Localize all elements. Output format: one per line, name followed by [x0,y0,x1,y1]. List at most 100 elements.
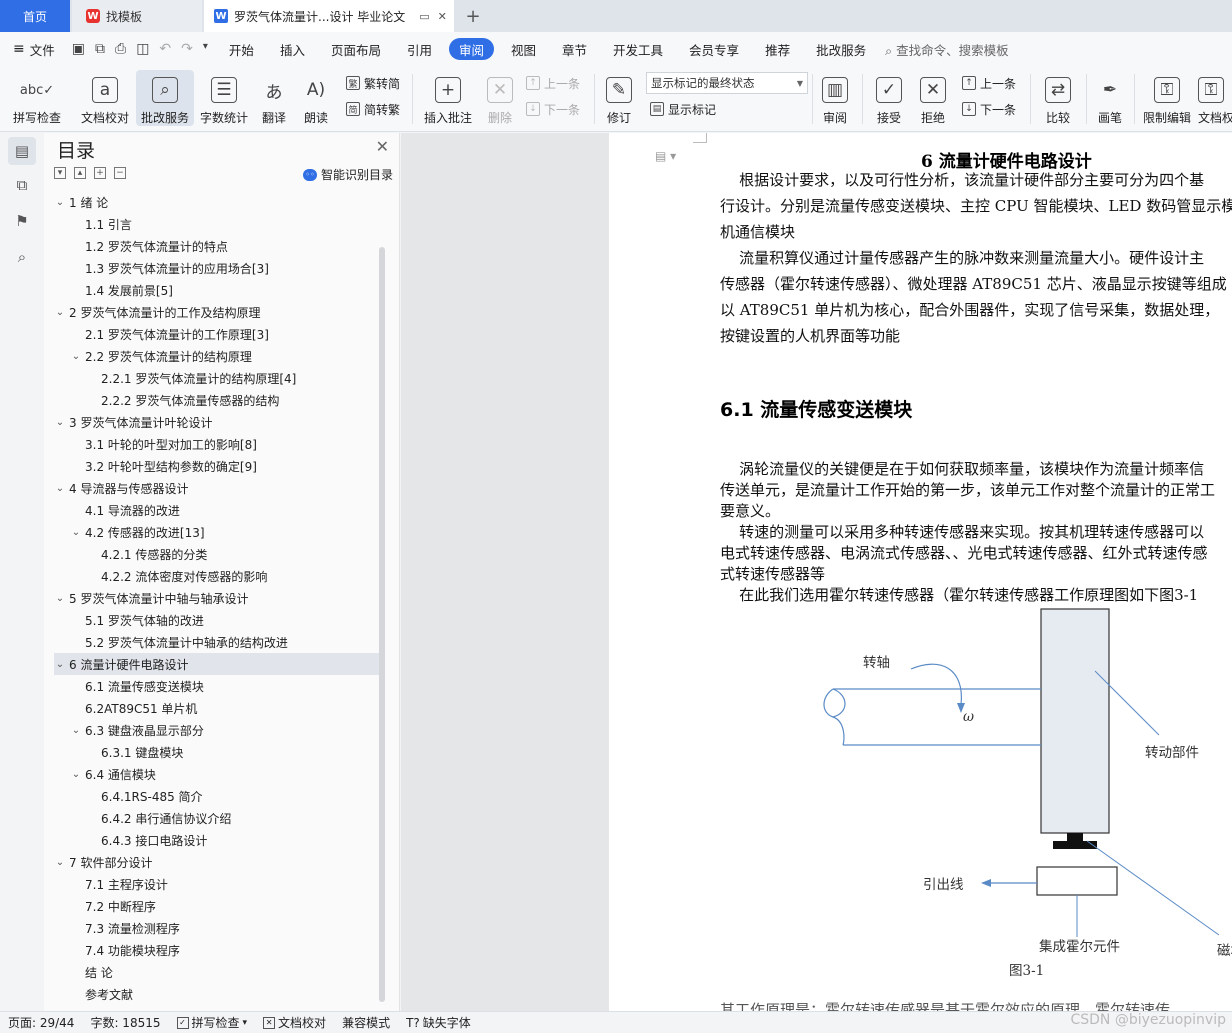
toc-item[interactable]: 1.1 引言 [54,213,380,235]
chapter-nav-icon[interactable]: ⧉ [8,171,36,199]
toc-item[interactable]: 2.2.1 罗茨气体流量计的结构原理[4] [54,367,380,389]
bookmark-icon[interactable]: ⚑ [8,207,36,235]
toc-item[interactable]: 2.1 罗茨气体流量计的工作原理[3] [54,323,380,345]
pen-button[interactable]: ✒ 画笔 [1092,70,1128,126]
chevron-down-icon[interactable]: ⌄ [54,417,66,428]
save-icon[interactable]: ▣ [72,41,85,57]
menu-item-8[interactable]: 会员专享 [676,38,752,60]
menu-item-6[interactable]: 章节 [549,38,600,60]
toc-item[interactable]: 6.4.3 接口电路设计 [54,829,380,851]
toc-item[interactable]: 1.3 罗茨气体流量计的应用场合[3] [54,257,380,279]
toc-item[interactable]: ⌄ 4.2 传感器的改进[13] [54,521,380,543]
accept-button[interactable]: ✓ 接受 [870,70,908,126]
toc-item[interactable]: 7.4 功能模块程序 [54,939,380,961]
toc-item[interactable]: 2.2.2 罗茨气体流量传感器的结构 [54,389,380,411]
spell-check-button[interactable]: abc✓ 拼写检查 [8,70,66,126]
toc-pane-icon[interactable]: ▤ [8,137,36,165]
toc-scrollbar[interactable] [379,247,385,1002]
chevron-down-icon[interactable]: ⌄ [54,307,66,318]
word-count-indicator[interactable]: 字数: 18515 [90,1014,160,1031]
next-change-button[interactable]: ↓ 下一条 [962,98,1016,120]
menu-item-9[interactable]: 推荐 [752,38,803,60]
markup-state-select[interactable]: 显示标记的最终状态 ▼ [646,72,808,94]
chevron-down-icon[interactable]: ⌄ [54,593,66,604]
tab-home[interactable]: 首页 [0,0,70,32]
menu-item-1[interactable]: 插入 [267,38,318,60]
toc-item[interactable]: 5.2 罗茨气体流量计中轴承的结构改进 [54,631,380,653]
menu-item-7[interactable]: 开发工具 [600,38,676,60]
toc-item[interactable]: 7.3 流量检测程序 [54,917,380,939]
toc-item[interactable]: 4.1 导流器的改进 [54,499,380,521]
add-heading-icon[interactable]: + [94,167,106,179]
search-icon[interactable]: ⌕ [8,243,36,271]
toc-item[interactable]: ⌄ 2.2 罗茨气体流量计的结构原理 [54,345,380,367]
undo-icon[interactable]: ↶ [159,41,171,57]
insert-comment-button[interactable]: + 插入批注 [420,70,476,126]
toc-item[interactable]: 5.1 罗茨气体轴的改进 [54,609,380,631]
collapse-all-icon[interactable]: ▴ [74,167,86,179]
toc-item[interactable]: ⌄ 5 罗茨气体流量计中轴与轴承设计 [54,587,380,609]
print-preview-icon[interactable]: ◫ [136,41,149,57]
chevron-down-icon[interactable]: ▾ [203,41,208,57]
toc-item[interactable]: 7.2 中断程序 [54,895,380,917]
chevron-down-icon[interactable]: ⌄ [54,857,66,868]
toc-item[interactable]: 结 论 [54,961,380,983]
print-icon[interactable]: ⎙ [115,41,126,57]
status-doc-proof[interactable]: ✕ 文档校对 [263,1014,326,1031]
toc-item[interactable]: ⌄ 2 罗茨气体流量计的工作及结构原理 [54,301,380,323]
menu-item-3[interactable]: 引用 [394,38,445,60]
redo-icon[interactable]: ↷ [181,41,193,57]
toc-item[interactable]: ⌄ 6.3 键盘液晶显示部分 [54,719,380,741]
remove-heading-icon[interactable]: − [114,167,126,179]
document-page[interactable]: ▤ ▾ 6 流量计硬件电路设计 根据设计要求，以及可行性分析，该流量计硬件部分主… [609,133,1232,1011]
chevron-down-icon[interactable]: ⌄ [70,527,82,538]
prev-change-button[interactable]: ↑ 上一条 [962,72,1016,94]
menu-item-5[interactable]: 视图 [498,38,549,60]
command-search[interactable]: ⌕ 查找命令、搜索模板 [885,40,1009,59]
menu-item-4[interactable]: 审阅 [448,38,494,60]
menu-item-0[interactable]: 开始 [216,38,267,60]
toc-item[interactable]: 1.4 发展前景[5] [54,279,380,301]
page-options-icon[interactable]: ▤ ▾ [655,149,676,163]
toc-item[interactable]: ⌄ 1 绪 论 [54,191,380,213]
word-count-button[interactable]: ☰ 字数统计 [198,70,250,126]
expand-all-icon[interactable]: ▾ [54,167,66,179]
status-spell-check[interactable]: ✓ 拼写检查 ▾ [176,1014,247,1031]
chevron-down-icon[interactable]: ⌄ [54,659,66,670]
toc-item[interactable]: 6.4.1RS-485 简介 [54,785,380,807]
toc-item[interactable]: 1.2 罗茨气体流量计的特点 [54,235,380,257]
trad-to-simp-button[interactable]: 繁 繁转简 [346,72,400,94]
toc-item[interactable]: 4.2.1 传感器的分类 [54,543,380,565]
screen-icon[interactable]: ▭ [419,10,429,23]
chevron-down-icon[interactable]: ⌄ [70,351,82,362]
toc-item[interactable]: 6.1 流量传感变送模块 [54,675,380,697]
page-indicator[interactable]: 页面: 29/44 [8,1014,74,1031]
close-icon[interactable]: ✕ [438,10,447,23]
simp-to-trad-button[interactable]: 简 简转繁 [346,98,400,120]
file-menu[interactable]: ≡ 文件 [0,38,68,60]
menu-item-10[interactable]: 批改服务 [803,38,879,60]
toc-item[interactable]: ⌄ 3 罗茨气体流量计叶轮设计 [54,411,380,433]
correct-service-button[interactable]: ⌕ 批改服务 [136,70,194,126]
export-pdf-icon[interactable]: ⧉ [95,41,105,57]
chevron-down-icon[interactable]: ⌄ [54,483,66,494]
toc-item[interactable]: ⌄ 4 导流器与传感器设计 [54,477,380,499]
reject-button[interactable]: ✕ 拒绝 [914,70,952,126]
restrict-edit-button[interactable]: ⚿ 限制编辑 [1140,70,1194,126]
review-pane-button[interactable]: ▥ 审阅 [816,70,854,126]
chevron-down-icon[interactable]: ⌄ [70,769,82,780]
tab-document[interactable]: W 罗茨气体流量计...设计 毕业论文 ▭ ✕ [204,0,454,32]
doc-proof-button[interactable]: a 文档校对 [76,70,134,126]
doc-rights-button[interactable]: ⚿ 文档权 [1198,70,1232,126]
chevron-down-icon[interactable]: ⌄ [70,725,82,736]
new-tab-button[interactable]: + [460,0,486,32]
chevron-down-icon[interactable]: ⌄ [54,197,66,208]
toc-item[interactable]: ⌄ 6.4 通信模块 [54,763,380,785]
toc-item[interactable]: ⌄ 6 流量计硬件电路设计 [54,653,380,675]
tab-templates[interactable]: W 找模板 [72,0,202,32]
show-markup-button[interactable]: ▤ 显示标记 [650,98,716,120]
toc-item[interactable]: 6.2AT89C51 单片机 [54,697,380,719]
toc-item[interactable]: 6.4.2 串行通信协议介绍 [54,807,380,829]
toc-item[interactable]: 7.1 主程序设计 [54,873,380,895]
track-changes-button[interactable]: ✎ 修订 [600,70,638,126]
